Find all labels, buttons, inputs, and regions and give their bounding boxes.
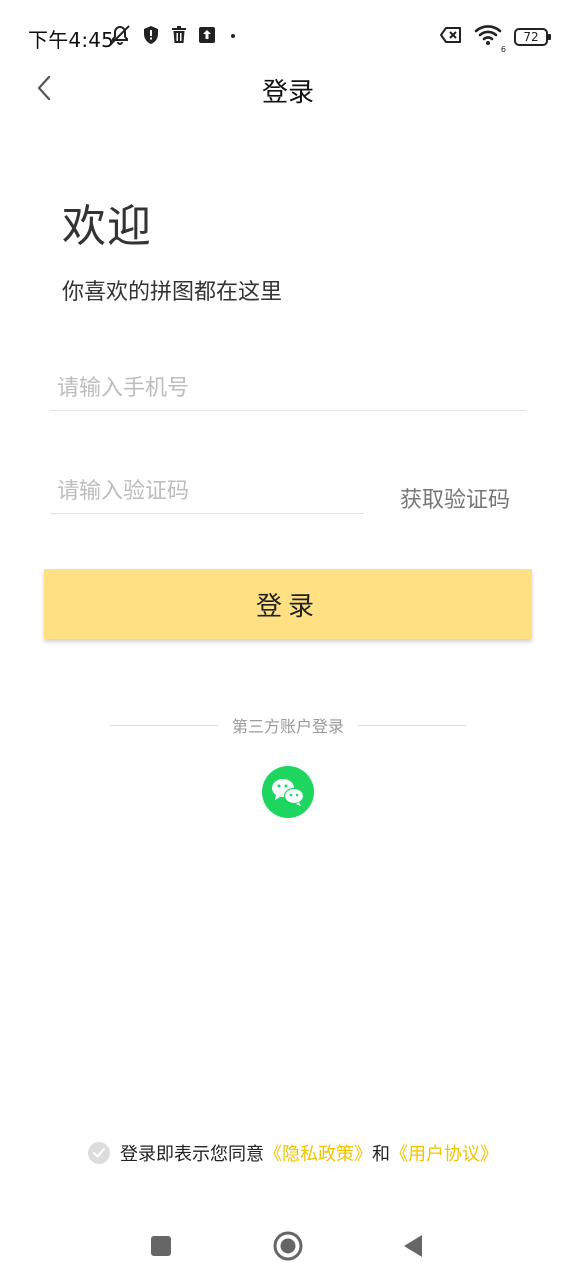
divider-line-left: [110, 724, 218, 726]
phone-field-wrapper: [50, 368, 526, 411]
recent-apps-button[interactable]: [143, 1228, 179, 1264]
get-code-button[interactable]: 获取验证码: [400, 482, 510, 514]
verification-code-input[interactable]: [50, 471, 364, 511]
navigation-bar: [0, 1210, 576, 1280]
triangle-back-icon: [404, 1235, 422, 1257]
status-time: 下午4:45: [28, 28, 115, 52]
sim-x-icon: [440, 25, 464, 49]
status-icons-left: [108, 24, 240, 46]
wechat-login-button[interactable]: [262, 766, 314, 818]
network-label: 6: [500, 45, 506, 54]
wifi-icon: 6: [474, 24, 506, 54]
muted-bell-icon: [108, 24, 132, 46]
page-title: 登录: [261, 78, 314, 108]
status-icons-right: 6 72: [440, 24, 551, 54]
third-party-divider: 第三方账户登录: [110, 714, 467, 736]
wechat-icon: [272, 779, 305, 806]
login-button[interactable]: 登录: [44, 569, 532, 639]
user-agreement-link[interactable]: 《用户协议》: [390, 1140, 498, 1166]
agreement-and: 和: [372, 1144, 390, 1165]
welcome-subtitle: 你喜欢的拼图都在这里: [62, 280, 283, 305]
third-party-label: 第三方账户登录: [232, 717, 345, 736]
trash-icon: [170, 25, 188, 45]
battery-icon: 72: [514, 28, 551, 46]
agreement-prefix: 登录即表示您同意: [120, 1144, 264, 1165]
home-circle-icon: [273, 1231, 303, 1261]
privacy-policy-link[interactable]: 《隐私政策》: [264, 1140, 372, 1166]
header: 登录: [0, 60, 576, 116]
welcome-title: 欢迎: [62, 201, 152, 252]
check-icon: [93, 1148, 105, 1158]
shield-icon: [142, 25, 160, 45]
phone-input[interactable]: [50, 368, 526, 408]
home-button[interactable]: [270, 1228, 306, 1264]
divider-line-right: [358, 724, 467, 726]
square-icon: [151, 1236, 171, 1256]
dot-icon: [226, 25, 240, 45]
code-field-wrapper: [50, 471, 364, 514]
agreement-row: 登录即表示您同意 《隐私政策》 和 《用户协议》: [88, 1140, 498, 1166]
agree-checkbox[interactable]: [88, 1142, 110, 1164]
back-nav-button[interactable]: [395, 1228, 431, 1264]
upload-icon: [198, 25, 216, 45]
